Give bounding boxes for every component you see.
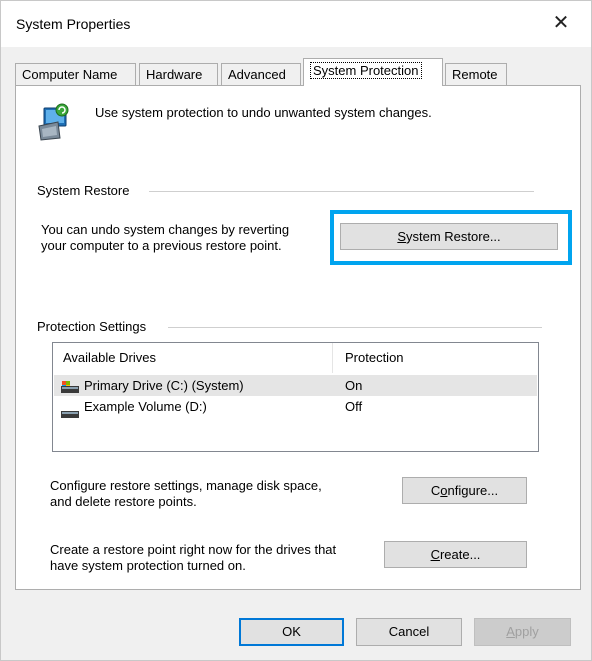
apply-button[interactable]: Apply — [474, 618, 571, 646]
system-restore-button[interactable]: System Restore... — [340, 223, 558, 250]
system-restore-description-line2: your computer to a previous restore poin… — [41, 238, 282, 253]
group-divider — [149, 191, 534, 192]
tab-panel: Use system protection to undo unwanted s… — [15, 85, 581, 590]
configure-description-line2: and delete restore points. — [50, 494, 197, 509]
drive-row-d[interactable]: Example Volume (D:) Off — [54, 396, 537, 418]
system-restore-button-label: ystem Restore... — [406, 229, 501, 244]
cancel-button[interactable]: Cancel — [356, 618, 462, 646]
create-button-post: reate... — [439, 547, 481, 562]
create-description-line2: have system protection turned on. — [50, 558, 246, 573]
protection-settings-group-label: Protection Settings — [37, 319, 147, 334]
tab-label: Hardware — [146, 67, 203, 82]
configure-button-pre: C — [430, 483, 441, 498]
configure-button-post: nfigure... — [447, 483, 499, 498]
system-protection-icon — [36, 102, 72, 142]
system-drive-icon — [61, 379, 79, 393]
close-icon[interactable]: ✕ — [547, 9, 575, 37]
drive-name: Example Volume (D:) — [84, 399, 207, 414]
configure-button[interactable]: Configure... — [402, 477, 527, 504]
system-restore-group-label: System Restore — [37, 183, 130, 198]
intro-text: Use system protection to undo unwanted s… — [95, 105, 432, 120]
tab-hardware[interactable]: Hardware — [139, 63, 218, 85]
tab-computer-name[interactable]: Computer Name — [15, 63, 136, 85]
column-header-drives[interactable]: Available Drives — [63, 343, 156, 373]
tab-label: Remote — [452, 67, 498, 82]
column-separator[interactable] — [332, 343, 333, 373]
drive-protection-status: On — [345, 378, 363, 393]
tab-label: Computer Name — [22, 67, 118, 82]
drive-protection-status: Off — [345, 399, 363, 414]
drive-icon — [61, 403, 79, 418]
mnemonic: A — [506, 624, 515, 639]
tab-remote[interactable]: Remote — [445, 63, 507, 85]
system-properties-window: System Properties ✕ Computer Name Hardwa… — [0, 0, 592, 661]
drive-row-c[interactable]: Primary Drive (C:) (System) On — [54, 375, 537, 396]
apply-button-post: pply — [514, 624, 539, 639]
create-button[interactable]: Create... — [384, 541, 527, 568]
tab-label: Advanced — [228, 67, 286, 82]
drive-name: Primary Drive (C:) (System) — [84, 378, 244, 393]
window-title: System Properties — [16, 16, 131, 32]
ok-button[interactable]: OK — [239, 618, 344, 646]
group-divider — [168, 327, 542, 328]
mnemonic: o — [440, 483, 448, 498]
drives-list[interactable]: Available Drives Protection Primary Driv… — [52, 342, 539, 452]
create-description-line1: Create a restore point right now for the… — [50, 542, 337, 557]
tab-advanced[interactable]: Advanced — [221, 63, 301, 85]
mnemonic: S — [397, 229, 407, 244]
column-header-protection[interactable]: Protection — [345, 343, 404, 373]
system-restore-description-line1: You can undo system changes by reverting — [41, 222, 290, 237]
configure-description-line1: Configure restore settings, manage disk … — [50, 478, 322, 493]
tab-label: System Protection — [310, 62, 422, 79]
title-bar: System Properties ✕ — [1, 1, 591, 47]
mnemonic: C — [430, 547, 440, 562]
tab-system-protection[interactable]: System Protection — [303, 58, 443, 86]
